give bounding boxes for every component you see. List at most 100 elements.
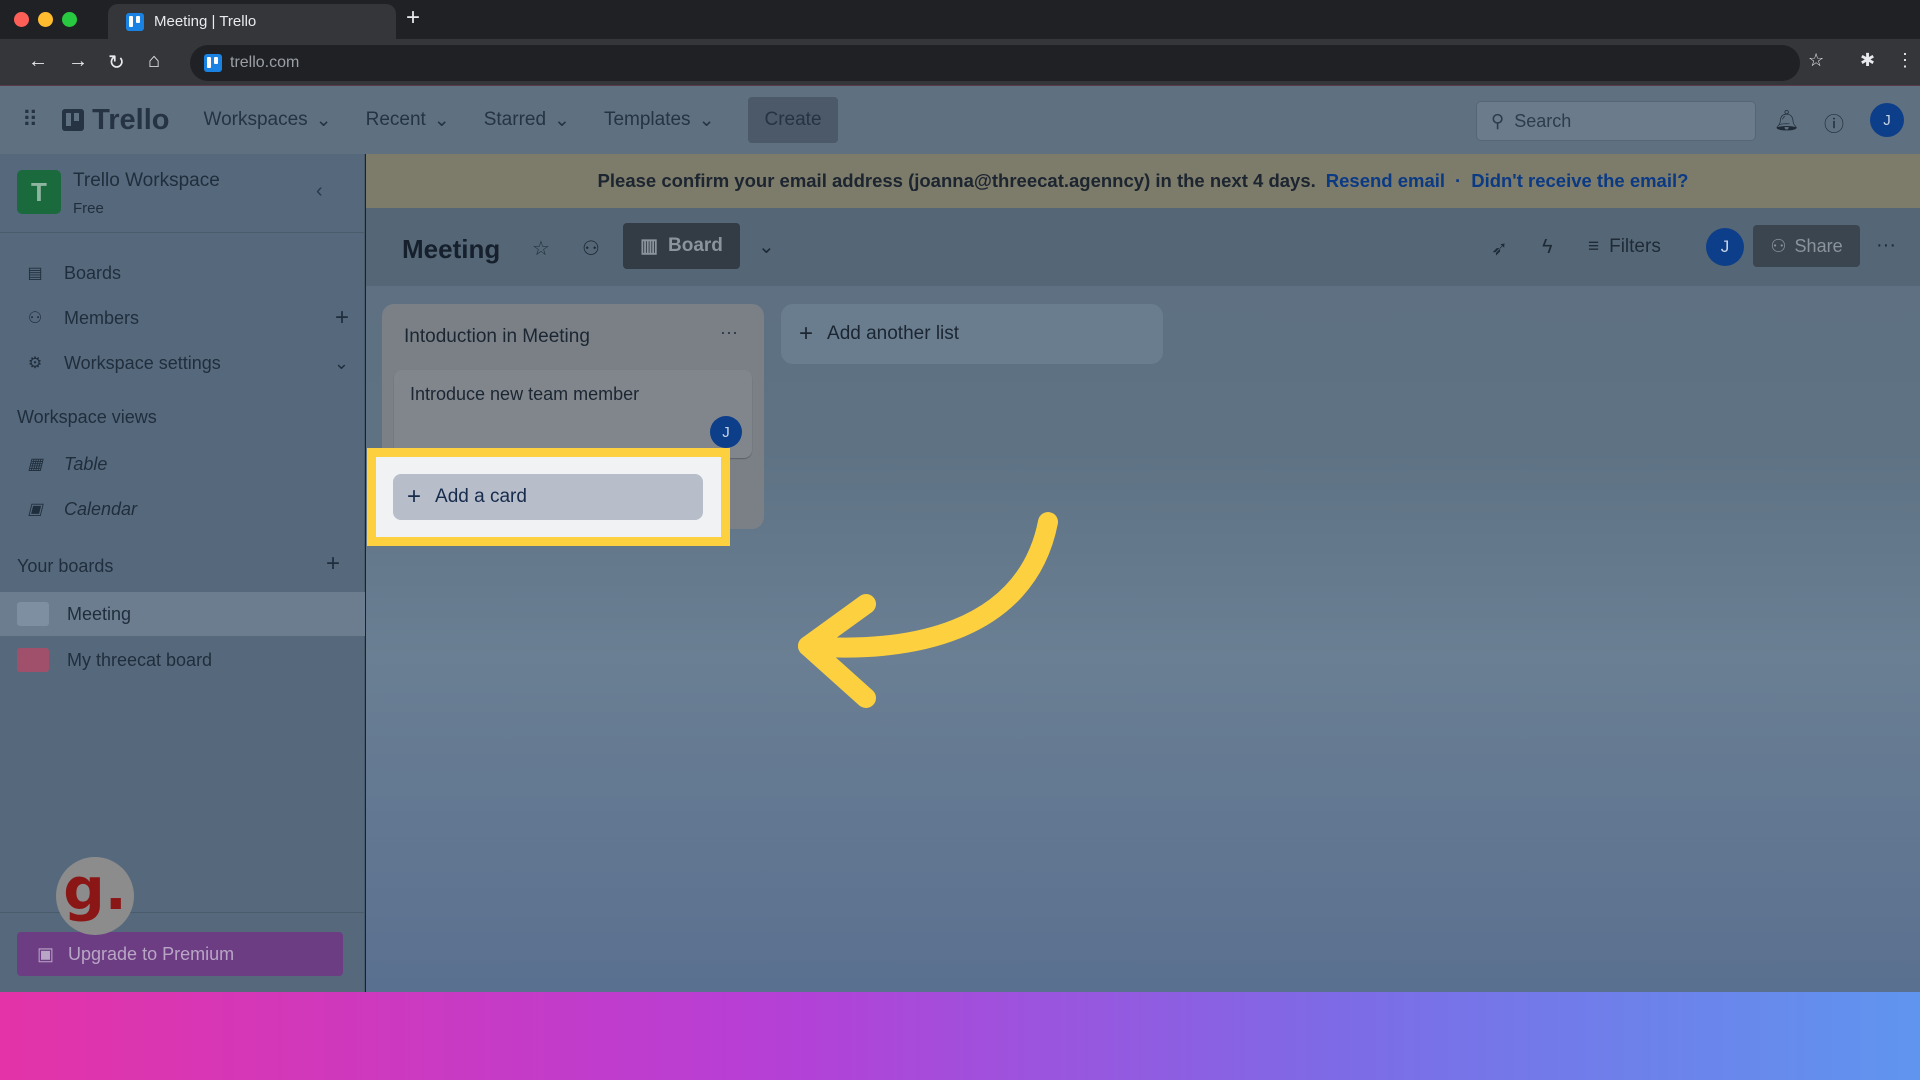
collapse-sidebar-button[interactable]: ‹ — [316, 180, 323, 203]
url-input[interactable]: trello.com — [190, 45, 1800, 81]
card-member-avatar[interactable]: J — [710, 416, 742, 448]
tab-title: Meeting | Trello — [154, 13, 257, 30]
sidebar-item-label: Members — [64, 307, 140, 328]
card[interactable]: Introduce new team member J — [394, 370, 752, 458]
chevron-down-icon[interactable]: ⌄ — [758, 234, 775, 259]
add-list-label: Add another list — [827, 323, 960, 344]
workspace-views-heading: Workspace views — [17, 407, 157, 427]
help-icon[interactable]: ⓘ — [1824, 108, 1844, 137]
board-thumbnail — [17, 648, 49, 672]
list-menu-icon[interactable]: ··· — [720, 322, 738, 343]
didnt-receive-link[interactable]: Didn't receive the email? — [1471, 170, 1688, 192]
add-card-label: Add a card — [435, 486, 527, 507]
board-view-button[interactable]: ▥ Board — [623, 223, 740, 269]
nav-label: Starred — [483, 109, 547, 130]
add-board-icon[interactable]: + — [326, 550, 340, 578]
plus-icon: + — [407, 483, 422, 510]
search-icon: ⚲ — [1491, 110, 1505, 131]
nav-workspaces[interactable]: Workspaces ⌄ — [203, 109, 331, 132]
board-icon: ▥ — [640, 235, 659, 257]
chevron-down-icon: ⌄ — [554, 109, 570, 131]
table-icon: ▦ — [27, 456, 43, 473]
brand-logo: g. — [56, 855, 134, 935]
banner-text: Please confirm your email address (joann… — [597, 170, 1316, 191]
chevron-down-icon: ⌄ — [315, 109, 332, 131]
forward-icon[interactable]: → — [68, 50, 88, 73]
nav-label: Recent — [365, 109, 426, 130]
resend-email-link[interactable]: Resend email — [1326, 170, 1445, 192]
reload-icon[interactable]: ↻ — [108, 50, 125, 75]
automation-icon[interactable]: ϟ — [1542, 236, 1553, 259]
filter-icon: ≡ — [1588, 236, 1600, 257]
nav-recent[interactable]: Recent ⌄ — [366, 109, 450, 132]
trello-favicon-icon — [126, 12, 144, 31]
workspace-avatar: T — [17, 170, 61, 214]
list-title[interactable]: Intoduction in Meeting — [404, 326, 590, 348]
board-icon: ▤ — [27, 265, 43, 282]
logo-text: Trello — [92, 103, 170, 136]
nav-templates[interactable]: Templates ⌄ — [604, 109, 715, 132]
separator: · — [1455, 170, 1462, 191]
new-tab-button[interactable]: + — [406, 4, 420, 32]
sidebar-item-label: Meeting — [67, 603, 132, 624]
add-member-icon[interactable]: + — [335, 304, 349, 332]
share-button[interactable]: ⚇ Share — [1753, 225, 1860, 267]
pointer-arrow — [798, 512, 1058, 708]
home-icon[interactable]: ⌂ — [148, 50, 160, 73]
search-placeholder: Search — [1514, 110, 1572, 131]
card-title: Introduce new team member — [410, 384, 640, 404]
calendar-icon: ▣ — [27, 501, 43, 518]
email-confirm-banner: Please confirm your email address (joann… — [366, 154, 1920, 208]
minimize-window-button[interactable] — [38, 12, 53, 27]
sidebar-item-workspace-settings[interactable]: ⚙ Workspace settings ⌄ — [0, 343, 365, 383]
upgrade-label: Upgrade to Premium — [68, 943, 235, 964]
sidebar: T Trello Workspace Free ‹ ▤ Boards ⚇ Membe… — [0, 154, 365, 992]
bookmark-star-icon[interactable]: ☆ — [1808, 50, 1824, 71]
chevron-down-icon: ⌄ — [433, 109, 450, 131]
app-switcher-icon[interactable]: ⠿ — [22, 107, 38, 133]
view-label: Board — [668, 235, 723, 256]
gift-icon: ▣ — [37, 943, 55, 964]
nav-label: Templates — [603, 109, 691, 130]
sidebar-item-label: Boards — [64, 262, 122, 283]
browser-tab-bar: Meeting | Trello + — [0, 0, 1920, 39]
plus-icon: + — [799, 320, 814, 347]
filters-label: Filters — [1609, 236, 1661, 257]
create-button[interactable]: Create — [748, 97, 838, 143]
extensions-icon[interactable]: ✱ — [1860, 50, 1875, 71]
notifications-icon[interactable]: 🔔︎ — [1774, 108, 1799, 133]
sidebar-board-meeting[interactable]: Meeting — [0, 592, 365, 636]
trello-logo[interactable]: Trello — [62, 104, 169, 137]
filters-button[interactable]: ≡ Filters — [1588, 236, 1661, 258]
divider — [0, 232, 365, 233]
add-card-button[interactable]: + Add a card — [393, 474, 703, 520]
workspace-plan: Free — [73, 200, 104, 217]
sidebar-item-calendar[interactable]: ▣ Calendar — [0, 489, 365, 529]
sidebar-item-table[interactable]: ▦ Table — [0, 444, 365, 484]
nav-starred[interactable]: Starred ⌄ — [484, 109, 570, 132]
close-window-button[interactable] — [14, 12, 29, 27]
add-person-icon: ⚇ — [1770, 235, 1787, 256]
sidebar-item-label: Table — [64, 453, 108, 474]
sidebar-item-label: Workspace settings — [64, 352, 221, 373]
board-title[interactable]: Meeting — [402, 234, 500, 265]
browser-tab[interactable]: Meeting | Trello — [108, 4, 396, 39]
url-text: trello.com — [230, 54, 300, 71]
back-icon[interactable]: ← — [28, 50, 48, 73]
visibility-icon[interactable]: ⚇ — [582, 236, 600, 261]
member-avatar[interactable]: J — [1706, 228, 1744, 266]
more-icon[interactable]: ··· — [1876, 234, 1896, 257]
upgrade-button[interactable]: ▣ Upgrade to Premium — [17, 932, 343, 976]
workspace-name: Trello Workspace — [73, 170, 220, 191]
share-label: Share — [1794, 235, 1843, 256]
sidebar-board-threecat[interactable]: My threecat board — [0, 638, 365, 682]
sidebar-item-boards[interactable]: ▤ Boards — [0, 253, 365, 293]
search-input[interactable]: ⚲ Search — [1476, 101, 1756, 141]
power-ups-icon[interactable]: ➶ — [1491, 236, 1508, 261]
avatar[interactable]: J — [1870, 103, 1904, 137]
star-icon[interactable]: ☆ — [532, 236, 550, 261]
sidebar-item-members[interactable]: ⚇ Members + — [0, 298, 365, 338]
maximize-window-button[interactable] — [62, 12, 77, 27]
nav-label: Workspaces — [203, 109, 308, 130]
browser-menu-icon[interactable]: ⋮ — [1896, 50, 1914, 71]
